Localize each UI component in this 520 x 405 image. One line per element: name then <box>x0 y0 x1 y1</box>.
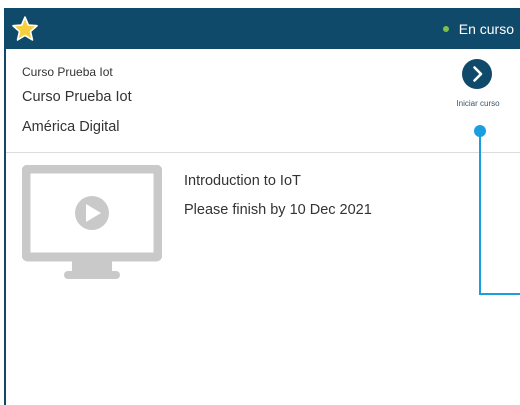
course-title[interactable]: Curso Prueba Iot <box>22 89 132 105</box>
status-indicator: En curso <box>442 9 520 49</box>
course-info: Curso Prueba Iot Curso Prueba Iot Améric… <box>6 49 520 153</box>
course-card-header: En curso <box>6 9 520 49</box>
status-label: En curso <box>458 21 514 37</box>
module-item[interactable]: Introduction to IoT Please finish by 10 … <box>6 153 520 403</box>
start-course-button[interactable] <box>462 59 492 89</box>
module-title[interactable]: Introduction to IoT <box>184 173 301 189</box>
course-provider: América Digital <box>22 119 120 135</box>
star-icon[interactable] <box>11 15 39 43</box>
course-card: En curso Curso Prueba Iot Curso Prueba I… <box>4 8 520 405</box>
module-due-date: Please finish by 10 Dec 2021 <box>184 202 372 218</box>
start-course-label[interactable]: Iniciar curso <box>442 99 514 108</box>
status-dot-icon <box>442 26 449 32</box>
chevron-right-icon <box>473 66 483 82</box>
video-monitor-icon[interactable] <box>22 165 162 290</box>
course-small-title: Curso Prueba Iot <box>22 65 113 79</box>
